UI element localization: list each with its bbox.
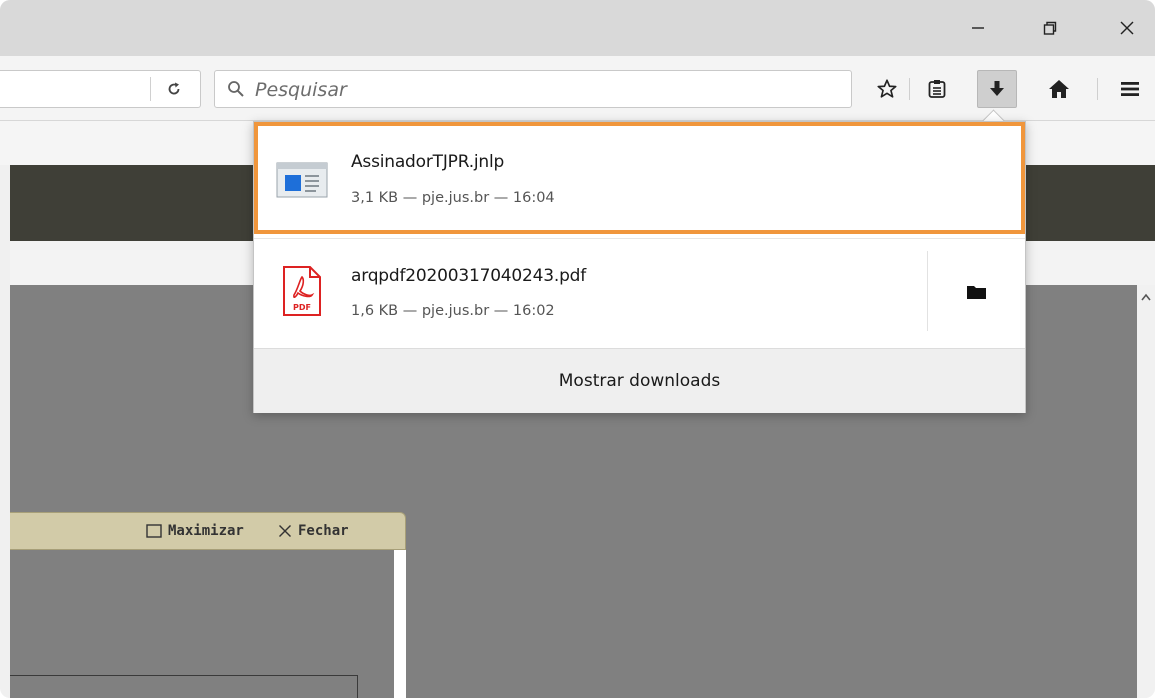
dialog-maximize-label: Maximizar [168,523,244,539]
dialog-close-button[interactable]: Fechar [278,523,349,539]
search-icon [228,81,244,97]
downloads-button[interactable] [977,70,1017,108]
download-item[interactable]: AssinadorTJPR.jnlp 3,1 KB — pje.jus.br —… [254,122,1025,234]
minimize-button[interactable] [958,10,998,46]
url-bar-separator [150,77,151,101]
jnlp-file-icon [276,162,328,198]
bookmark-star-icon [877,79,897,98]
show-all-downloads-button[interactable]: Mostrar downloads [254,348,1025,413]
open-containing-folder-button[interactable] [960,277,994,307]
chevron-up-icon [1141,293,1151,301]
download-filename: AssinadorTJPR.jnlp [351,152,505,172]
home-icon [1049,80,1069,98]
download-item[interactable]: PDF arqpdf20200317040243.pdf 1,6 KB — pj… [254,238,1025,349]
browser-window: Pesquisar Maximizar Fechar AssinadorTJPR… [0,0,1155,698]
page-dialog-header: Maximizar Fechar [10,512,406,550]
search-bar[interactable]: Pesquisar [214,70,852,108]
reading-list-button[interactable] [920,72,954,106]
title-bar [0,0,1155,56]
download-meta: 1,6 KB — pje.jus.br — 16:02 [351,303,555,319]
dialog-maximize-button[interactable]: Maximizar [146,523,244,539]
item-separator [927,251,928,331]
toolbar-separator [909,78,910,100]
downloads-panel: AssinadorTJPR.jnlp 3,1 KB — pje.jus.br —… [253,121,1026,413]
download-meta: 3,1 KB — pje.jus.br — 16:04 [351,190,555,206]
dialog-inner-border [10,675,358,676]
reload-icon [168,82,180,95]
show-all-downloads-label: Mostrar downloads [558,371,721,391]
open-folder-icon [967,286,986,299]
menu-icon [1121,82,1139,96]
dialog-close-label: Fechar [298,523,349,539]
reading-list-icon [928,80,946,98]
page-scrollbar[interactable] [1137,285,1155,698]
maximize-icon [146,524,162,538]
svg-text:PDF: PDF [293,303,311,312]
home-button[interactable] [1042,72,1076,106]
search-input[interactable]: Pesquisar [255,79,347,101]
reload-button[interactable] [160,76,188,102]
restore-icon [1043,21,1057,35]
pdf-file-icon: PDF [283,266,321,316]
close-window-button[interactable] [1107,10,1147,46]
bookmark-button[interactable] [870,72,904,106]
menu-button[interactable] [1113,72,1147,106]
close-icon [1120,21,1134,35]
download-icon [990,81,1004,96]
navigation-toolbar: Pesquisar [0,56,1155,121]
toolbar-separator [1097,78,1098,100]
minimize-icon [972,27,984,29]
download-filename: arqpdf20200317040243.pdf [351,266,587,286]
dialog-inner-border [357,675,358,698]
scroll-up-arrow[interactable] [1137,293,1155,309]
download-item-highlight [254,122,1025,234]
url-bar[interactable] [0,70,201,108]
restore-button[interactable] [1030,10,1070,46]
close-icon [279,525,291,537]
